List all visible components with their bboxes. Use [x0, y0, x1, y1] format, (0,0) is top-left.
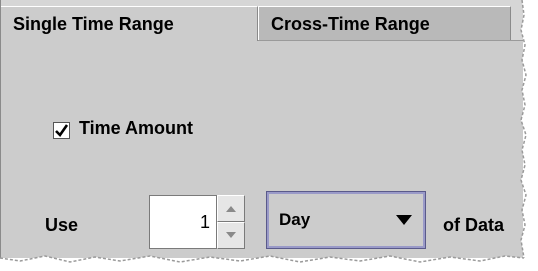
time-unit-dropdown[interactable]: Day — [266, 191, 426, 249]
of-data-label: of Data — [443, 215, 505, 235]
spin-down-button[interactable] — [217, 222, 245, 249]
tab-cross-time-range[interactable]: Cross-Time Range — [258, 6, 511, 40]
time-amount-label: Time Amount — [79, 118, 194, 138]
tab-single-time-range[interactable]: Single Time Range — [1, 6, 258, 41]
dropdown-arrow-icon — [396, 215, 412, 225]
tab-label: Cross-Time Range — [271, 14, 430, 34]
tab-strip: Single Time Range Cross-Time Range — [1, 0, 523, 41]
time-range-panel: Single Time Range Cross-Time Range Time … — [0, 0, 523, 258]
tab-label: Single Time Range — [13, 14, 174, 34]
time-unit-value: Day — [279, 210, 311, 229]
time-amount-checkbox[interactable] — [53, 122, 70, 139]
checkmark-icon — [55, 124, 69, 138]
spin-up-button[interactable] — [217, 195, 245, 222]
spin-down-arrow-icon — [226, 232, 236, 238]
amount-spinner[interactable]: 1 — [149, 195, 245, 249]
spin-up-arrow-icon — [226, 206, 236, 212]
amount-field[interactable]: 1 — [149, 195, 217, 249]
use-label: Use — [45, 215, 79, 235]
